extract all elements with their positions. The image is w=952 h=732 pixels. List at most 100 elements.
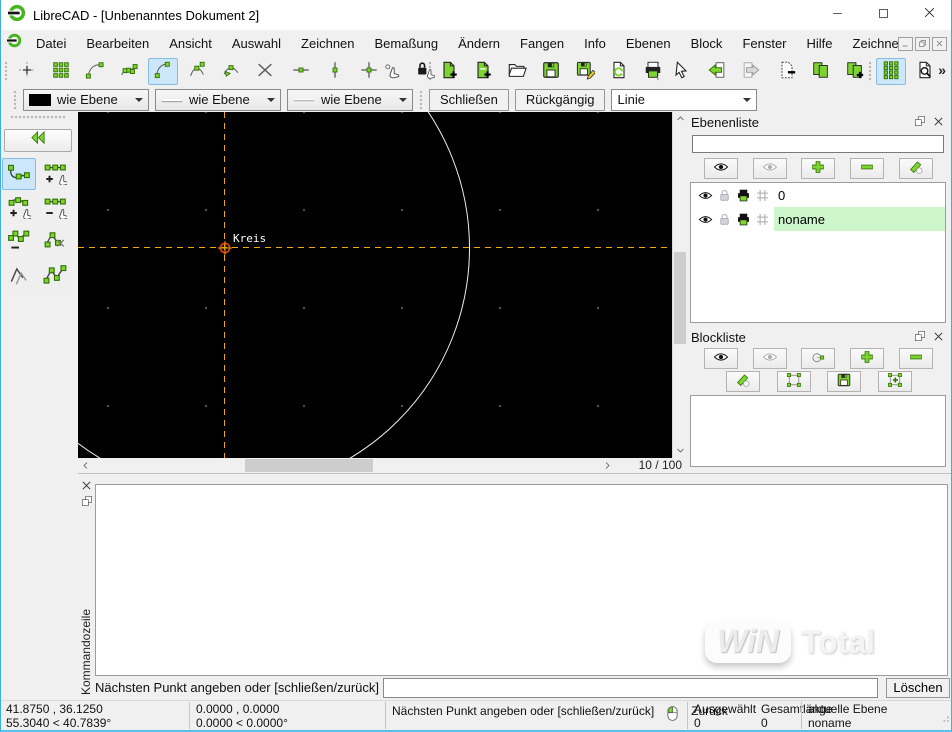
restrict-vertical-button[interactable] — [320, 58, 350, 85]
print-toggle-icon[interactable] — [734, 187, 753, 203]
new-from-template-button[interactable] — [468, 58, 498, 85]
polyline-equidistant-button[interactable] — [2, 260, 36, 292]
scroll-up-button[interactable] — [673, 112, 687, 126]
add-layer-button[interactable] — [801, 158, 836, 179]
polyline-button[interactable] — [2, 158, 36, 190]
menu-bearbeiten[interactable]: Bearbeiten — [76, 32, 159, 55]
toolbar-grip[interactable] — [4, 61, 8, 82]
minimize-button[interactable] — [814, 0, 860, 30]
zoom-page-button[interactable] — [910, 58, 940, 85]
menu-ansicht[interactable]: Ansicht — [159, 32, 222, 55]
close-panel-button[interactable] — [80, 480, 93, 493]
pen-color-select[interactable]: wie Ebene — [23, 88, 149, 111]
toolbar-grip[interactable] — [10, 115, 66, 119]
toolbar-grip[interactable] — [419, 89, 423, 110]
new-window-button[interactable] — [840, 58, 870, 85]
snap-distance-button[interactable] — [216, 58, 246, 85]
pen-style-select[interactable]: wie Ebene — [287, 88, 413, 111]
horizontal-scrollbar[interactable] — [78, 458, 614, 473]
polyline-append-node-button[interactable] — [2, 192, 36, 224]
polyline-segments-button[interactable] — [38, 260, 72, 292]
construction-toggle-icon[interactable] — [753, 187, 772, 203]
vertical-scrollbar[interactable] — [672, 112, 687, 458]
save-document-button[interactable] — [536, 58, 566, 85]
hide-all-layers-button[interactable] — [752, 158, 787, 179]
horizontal-scroll-thumb[interactable] — [245, 459, 373, 472]
menu-auswahl[interactable]: Auswahl — [222, 32, 291, 55]
command-input[interactable] — [383, 677, 878, 698]
create-block-button[interactable] — [801, 348, 836, 369]
menu-info[interactable]: Info — [574, 32, 616, 55]
snap-grid-button[interactable] — [46, 58, 76, 85]
drawing-canvas[interactable]: Kreis — [78, 112, 672, 458]
undo-button[interactable] — [702, 58, 732, 85]
mdi-minimize-button[interactable] — [898, 37, 913, 51]
lock-toggle-icon[interactable] — [715, 187, 734, 203]
resize-grip[interactable] — [938, 701, 952, 730]
layer-filter-input[interactable] — [692, 135, 944, 153]
mdi-close-button[interactable] — [932, 37, 947, 51]
clear-command-button[interactable]: Löschen — [886, 677, 950, 698]
print-toggle-icon[interactable] — [734, 211, 753, 227]
menu-datei[interactable]: Datei — [26, 32, 76, 55]
toolbar-overflow-button[interactable]: » — [938, 62, 946, 78]
scroll-down-button[interactable] — [673, 444, 687, 458]
show-all-blocks-button[interactable] — [703, 348, 738, 369]
menu-fenster[interactable]: Fenster — [732, 32, 796, 55]
restrict-horizontal-button[interactable] — [286, 58, 316, 85]
hide-all-blocks-button[interactable] — [752, 348, 787, 369]
polyline-add-node-button[interactable] — [38, 158, 72, 190]
print-preview-button[interactable] — [604, 58, 634, 85]
toolbar-grip[interactable] — [13, 89, 17, 110]
scroll-left-button[interactable] — [78, 458, 92, 473]
print-button[interactable] — [638, 58, 668, 85]
polyline-delete-between-button[interactable] — [2, 226, 36, 258]
construction-toggle-icon[interactable] — [753, 211, 772, 227]
layer-row[interactable]: noname — [691, 207, 945, 231]
menu-ebenen[interactable]: Ebenen — [616, 32, 681, 55]
redo-button[interactable] — [736, 58, 766, 85]
close-panel-button[interactable] — [930, 114, 946, 130]
snap-center-button[interactable] — [148, 58, 178, 85]
edit-block-attributes-button[interactable] — [725, 371, 760, 392]
cascade-window-button[interactable] — [806, 58, 836, 85]
menu-zeichnen[interactable]: Zeichnen — [291, 32, 364, 55]
select-pointer-button[interactable] — [666, 58, 696, 85]
mdi-restore-button[interactable] — [915, 37, 930, 51]
menu-block[interactable]: Block — [681, 32, 733, 55]
menu-bemaung[interactable]: Bemaßung — [365, 32, 449, 55]
polyline-delete-node-button[interactable] — [38, 192, 72, 224]
remove-layer-button[interactable] — [850, 158, 885, 179]
eye-toggle-icon[interactable] — [696, 211, 715, 227]
lock-toggle-icon[interactable] — [715, 211, 734, 227]
close-action-button[interactable]: Schließen — [429, 88, 509, 111]
float-panel-button[interactable] — [912, 114, 928, 130]
remove-block-button[interactable] — [899, 348, 934, 369]
save-block-button[interactable] — [827, 371, 862, 392]
edit-block-button[interactable] — [776, 371, 811, 392]
polyline-trim-button[interactable] — [38, 226, 72, 258]
open-document-button[interactable] — [502, 58, 532, 85]
snap-middle-button[interactable] — [182, 58, 212, 85]
pen-width-select[interactable]: wie Ebene — [155, 88, 281, 111]
snap-free-button[interactable] — [12, 58, 42, 85]
insert-block-button[interactable] — [878, 371, 913, 392]
snap-endpoint-button[interactable] — [80, 58, 110, 85]
grid-toggle-button[interactable] — [876, 58, 906, 85]
set-relative-zero-button[interactable] — [376, 58, 406, 85]
float-panel-button[interactable] — [80, 495, 93, 509]
undo-action-button[interactable]: Rückgängig — [514, 88, 606, 111]
eye-toggle-icon[interactable] — [696, 187, 715, 203]
menu-fangen[interactable]: Fangen — [510, 32, 574, 55]
close-button[interactable] — [906, 0, 952, 30]
add-block-button[interactable] — [850, 348, 885, 369]
snap-intersection-button[interactable] — [250, 58, 280, 85]
maximize-button[interactable] — [860, 0, 906, 30]
tool-select[interactable]: Linie — [611, 88, 758, 111]
vertical-scroll-thumb[interactable] — [674, 252, 686, 344]
menu-hilfe[interactable]: Hilfe — [797, 32, 843, 55]
close-window-button[interactable] — [772, 58, 802, 85]
menu-ndern[interactable]: Ändern — [448, 32, 510, 55]
float-panel-button[interactable] — [912, 329, 928, 345]
tools-back-button[interactable] — [4, 129, 72, 152]
